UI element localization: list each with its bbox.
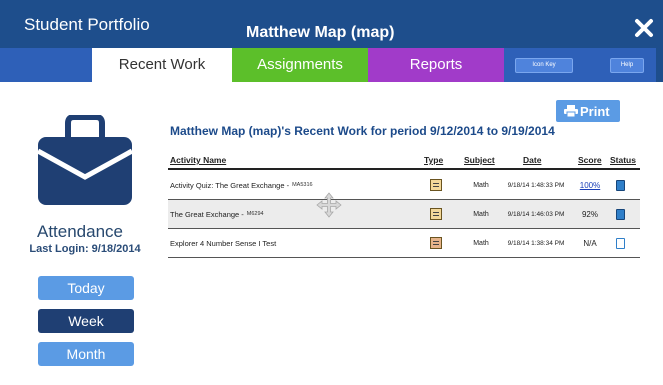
activity-name: The Great Exchange - M6294	[170, 200, 264, 228]
activity-title: The Great Exchange -	[170, 209, 244, 219]
tab-assignments[interactable]: Assignments	[232, 48, 368, 82]
column-status[interactable]: Status	[610, 155, 636, 165]
score-link[interactable]: 100%	[576, 171, 604, 199]
activity-name: Explorer 4 Number Sense I Test	[170, 229, 279, 257]
subject-cell: Math	[473, 181, 489, 189]
activity-code: M6294	[246, 211, 264, 217]
week-button[interactable]: Week	[38, 309, 134, 333]
print-label: Print	[580, 104, 610, 119]
close-icon	[635, 19, 653, 37]
completed-status-icon	[616, 179, 625, 191]
tab-recent-work[interactable]: Recent Work	[92, 48, 232, 82]
briefcase-icon	[36, 115, 134, 205]
subject-cell: Math	[473, 239, 489, 247]
table-row[interactable]: Activity Quiz: The Great Exchange - MA53…	[168, 171, 640, 200]
table-row[interactable]: Explorer 4 Number Sense I Test Math 9/18…	[168, 229, 640, 258]
date-cell: 9/18/14 1:48:33 PM	[507, 181, 565, 189]
month-button[interactable]: Month	[38, 342, 134, 366]
table-header: Activity Name Type Subject Date Score St…	[168, 152, 640, 170]
subject-cell: Math	[473, 210, 489, 218]
status-cell	[616, 200, 630, 228]
completed-status-icon	[616, 208, 625, 220]
date-cell: 9/18/14 1:38:34 PM	[507, 239, 565, 247]
attendance-title: Attendance	[36, 222, 123, 241]
printer-icon	[564, 105, 578, 117]
type-cell	[430, 200, 444, 228]
column-score[interactable]: Score	[578, 155, 602, 165]
help-button[interactable]: Help	[610, 58, 644, 73]
score-cell: N/A	[583, 238, 597, 248]
open-status-icon	[616, 237, 625, 249]
column-date[interactable]: Date	[523, 155, 541, 165]
student-portfolio-window: Student Portfolio Matthew Map (map) Rece…	[0, 0, 663, 385]
close-button[interactable]	[634, 18, 654, 38]
activity-code: MA5316	[292, 182, 313, 188]
tab-reports[interactable]: Reports	[368, 48, 504, 82]
recent-work-heading: Matthew Map (map)'s Recent Work for peri…	[170, 124, 555, 138]
tab-bar-edge	[656, 48, 663, 82]
app-title: Student Portfolio	[24, 15, 150, 34]
status-cell	[616, 229, 630, 257]
activity-title: Explorer 4 Number Sense I Test	[170, 238, 277, 248]
date-cell: 9/18/14 1:46:03 PM	[507, 210, 565, 218]
column-type[interactable]: Type	[424, 155, 443, 165]
activity-title: Activity Quiz: The Great Exchange -	[170, 180, 290, 190]
status-cell	[616, 171, 630, 199]
test-type-icon	[430, 237, 442, 249]
table-row[interactable]: The Great Exchange - M6294 Math 9/18/14 …	[168, 200, 640, 229]
quiz-type-icon	[430, 179, 442, 191]
tab-bar: Recent Work Assignments Reports Icon Key…	[0, 48, 663, 82]
lesson-type-icon	[430, 208, 442, 220]
last-login: Last Login: 9/18/2014	[29, 243, 141, 255]
column-activity-name[interactable]: Activity Name	[170, 155, 226, 165]
title-bar: Student Portfolio Matthew Map (map)	[0, 0, 663, 48]
icon-key-button[interactable]: Icon Key	[515, 58, 573, 73]
today-button[interactable]: Today	[38, 276, 134, 300]
print-button[interactable]: Print	[556, 100, 620, 122]
activity-name: Activity Quiz: The Great Exchange - MA53…	[170, 171, 313, 199]
move-cursor-icon	[316, 192, 342, 218]
type-cell	[430, 171, 444, 199]
type-cell	[430, 229, 444, 257]
score-cell: 92%	[581, 209, 598, 219]
column-subject[interactable]: Subject	[464, 155, 495, 165]
student-name: Matthew Map (map)	[246, 24, 395, 41]
